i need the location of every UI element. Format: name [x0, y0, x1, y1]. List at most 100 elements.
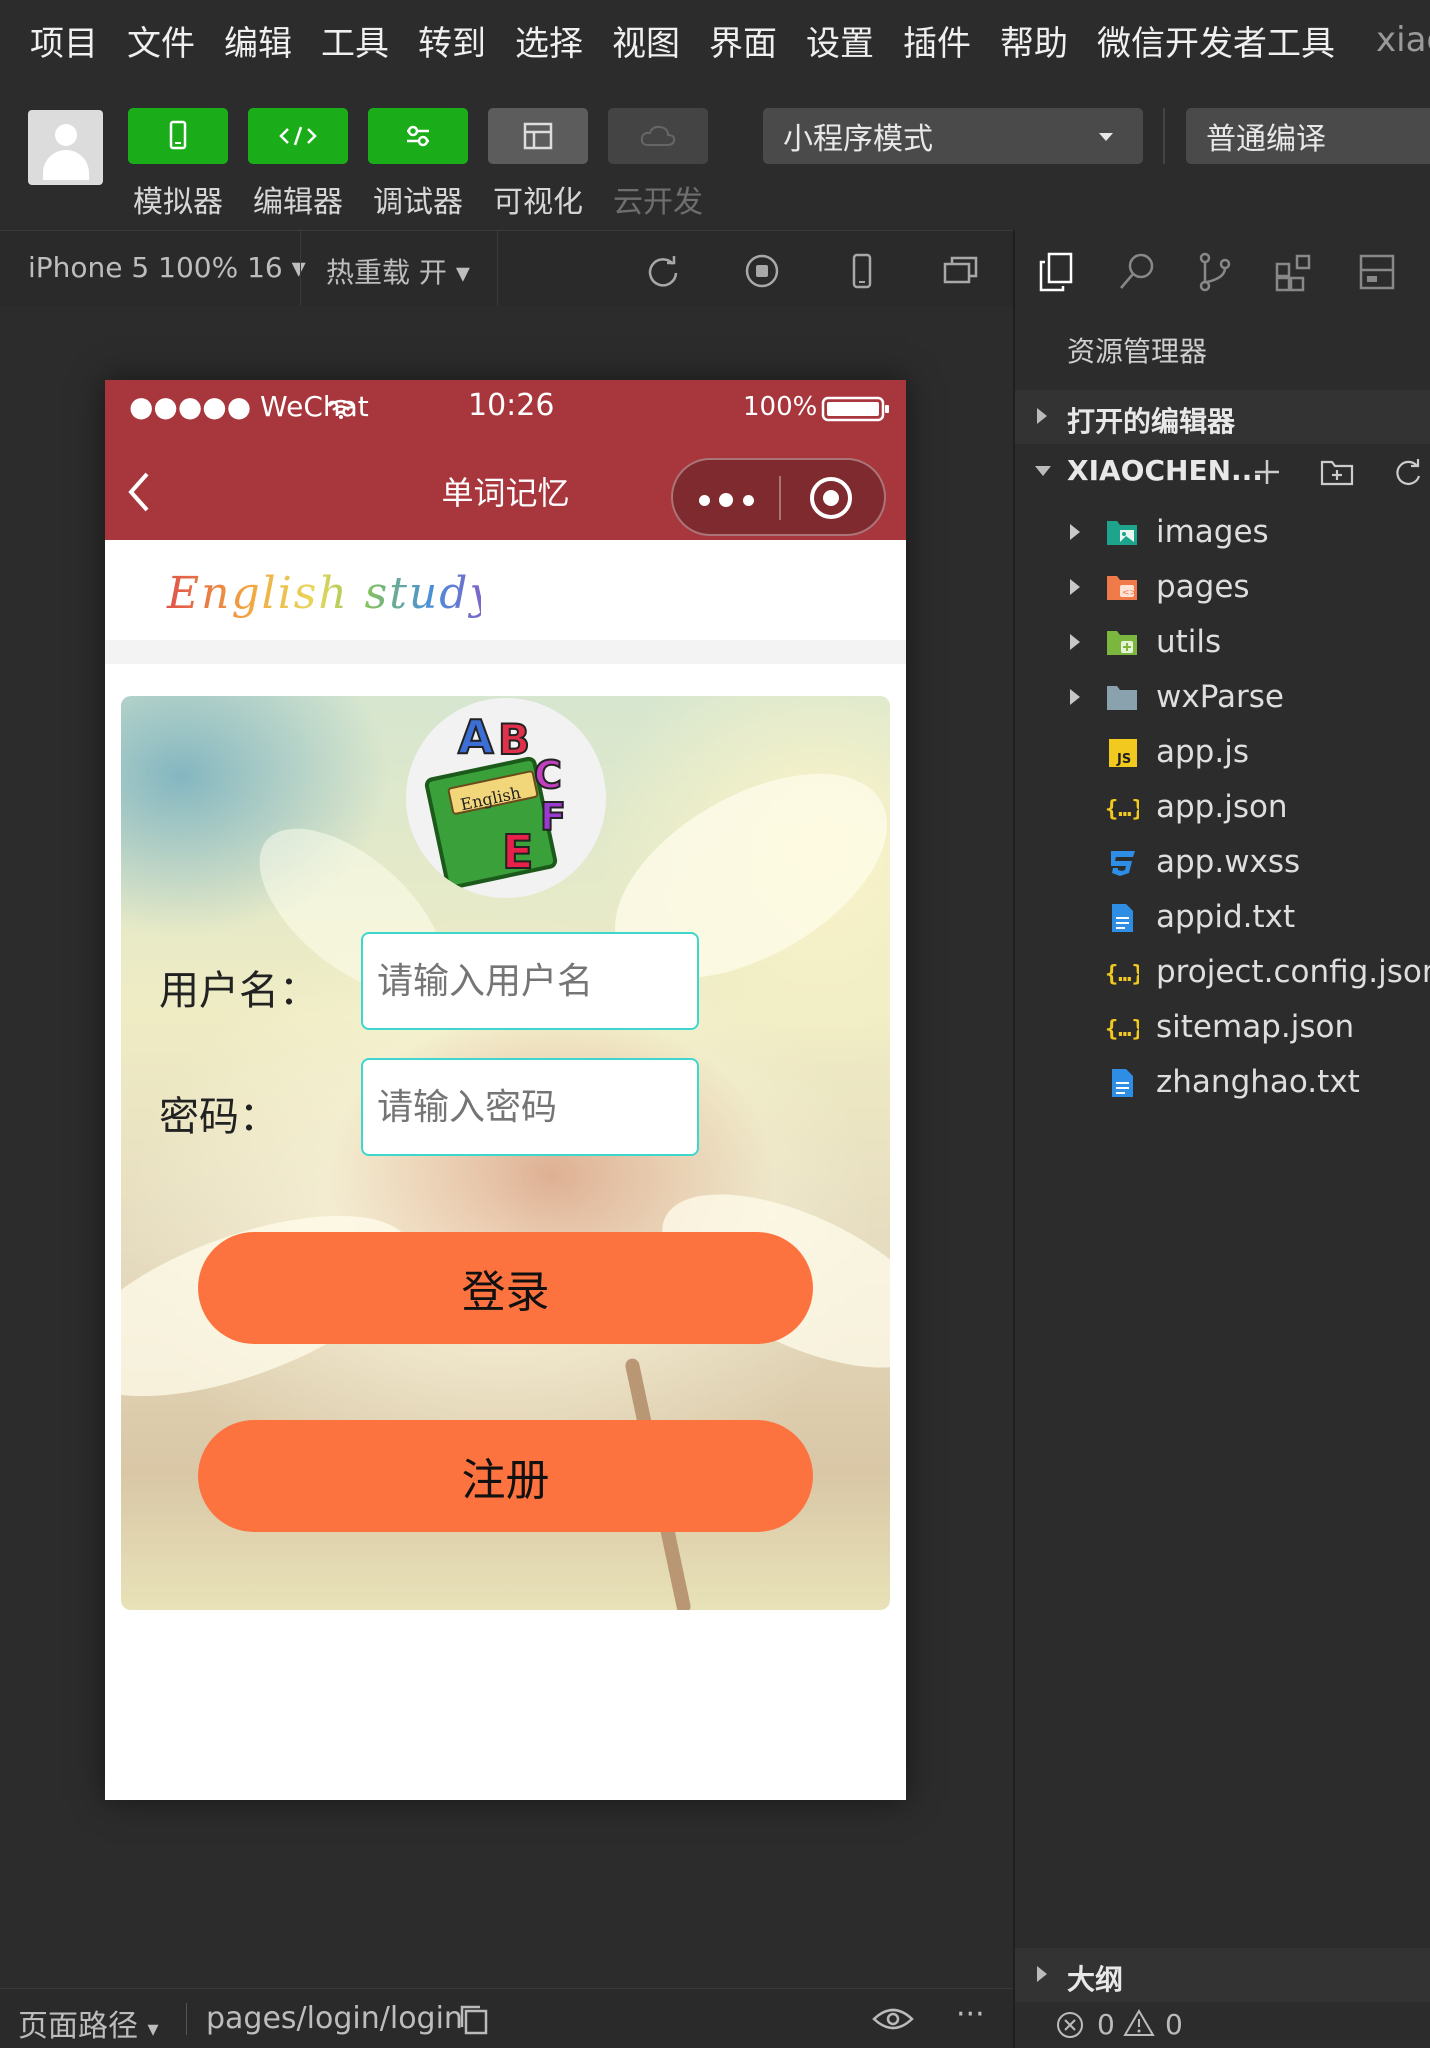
menu-item-edit[interactable]: 编辑 [224, 16, 292, 65]
search-icon[interactable] [1115, 250, 1159, 294]
menu-item-plugins[interactable]: 插件 [903, 16, 971, 65]
layout-icon [523, 122, 553, 150]
header-divider [497, 231, 498, 307]
outline-section[interactable]: 大纲 [1015, 1948, 1430, 2002]
chevron-down-icon [1035, 466, 1051, 476]
page-path-value: pages/login/login [206, 2001, 463, 2036]
menu-item-select[interactable]: 选择 [515, 16, 583, 65]
js-file-icon: JS [1109, 739, 1137, 767]
avatar[interactable] [28, 110, 103, 185]
menu-item-file[interactable]: 文件 [127, 16, 195, 65]
text-file-icon [1112, 904, 1133, 932]
status-footer: 页面路径 ▾ pages/login/login ··· [0, 1988, 1013, 2048]
menu-item-settings[interactable]: 设置 [806, 16, 874, 65]
new-file-icon[interactable] [1251, 456, 1283, 488]
hot-reload-value: 热重载 开 [326, 256, 447, 289]
caret-down-icon: ▾ [455, 256, 470, 289]
footer-divider [186, 2003, 187, 2035]
files-icon[interactable] [1035, 250, 1079, 294]
editor-button[interactable] [248, 108, 348, 164]
cloud-dev-button[interactable] [608, 108, 708, 164]
refresh-icon[interactable] [643, 251, 683, 291]
capsule-menu [671, 458, 886, 536]
eye-icon[interactable] [872, 2005, 914, 2033]
debugger-button[interactable] [368, 108, 468, 164]
compile-select[interactable]: 普通编译 [1186, 108, 1430, 164]
tree-item-wxparse[interactable]: wxParse [1015, 671, 1430, 726]
window-icon[interactable] [941, 251, 981, 291]
visualize-button[interactable] [488, 108, 588, 164]
status-time: 10:26 [468, 388, 555, 423]
debug-icon [407, 125, 429, 147]
tree-item-utils[interactable]: utils [1015, 616, 1430, 671]
tree-item-app-js[interactable]: JS app.js [1015, 726, 1430, 781]
tree-item-app-wxss[interactable]: app.wxss [1015, 836, 1430, 891]
mode-select[interactable]: 小程序模式 [763, 108, 1143, 164]
code-icon [279, 126, 317, 146]
tree-item-label: zhanghao.txt [1156, 1064, 1360, 1100]
menu-item-view[interactable]: 视图 [612, 16, 680, 65]
device-select[interactable]: iPhone 5 100% 16 ▾ [28, 251, 306, 284]
cloud-dev-label: 云开发 [613, 185, 703, 220]
error-count: 0 [1097, 2008, 1115, 2041]
nav-bar: 单词记忆 [105, 438, 906, 540]
menu-item-goto[interactable]: 转到 [418, 16, 486, 65]
json-file-icon: {…} [1105, 1017, 1139, 1042]
storage-icon[interactable] [1355, 250, 1399, 294]
compile-select-value: 普通编译 [1206, 122, 1326, 157]
toolbar: 模拟器 编辑器 调试器 可视化 云开发 小程序模式 普通编译 [0, 80, 1430, 230]
tree-item-app-json[interactable]: {…} app.json [1015, 781, 1430, 836]
svg-text:F: F [540, 795, 566, 839]
problems-bar[interactable]: 0 0 [1015, 2002, 1430, 2048]
status-bar: ●●●●● WeChat 10:26 100% [105, 380, 906, 438]
tree-item-pages[interactable]: <> pages [1015, 561, 1430, 616]
svg-text:<>: <> [1122, 588, 1137, 598]
tree-item-label: appid.txt [1156, 899, 1296, 935]
svg-text:B: B [498, 715, 530, 764]
project-folder-section[interactable]: XIAOCHEN... [1015, 444, 1430, 498]
register-button[interactable]: 注册 [198, 1420, 813, 1532]
login-button[interactable]: 登录 [198, 1232, 813, 1344]
stop-icon[interactable] [742, 251, 782, 291]
battery-icon [821, 396, 889, 422]
open-editors-section[interactable]: 打开的编辑器 [1015, 390, 1430, 444]
toolbar-divider [1163, 108, 1165, 164]
page-path-dropdown[interactable]: 页面路径 ▾ [18, 2001, 159, 2045]
tree-item-images[interactable]: images [1015, 506, 1430, 561]
tree-item-appid-txt[interactable]: appid.txt [1015, 891, 1430, 946]
chevron-right-icon [1037, 408, 1047, 424]
device-select-value: iPhone 5 100% 16 [28, 251, 283, 284]
tree-item-sitemap-json[interactable]: {…} sitemap.json [1015, 1001, 1430, 1056]
tree-item-label: project.config.json [1156, 954, 1430, 990]
menu-item-project[interactable]: 项目 [30, 16, 98, 65]
tree-item-project-config-json[interactable]: {…} project.config.json [1015, 946, 1430, 1001]
menu-item-help[interactable]: 帮助 [1000, 16, 1068, 65]
phone-icon [169, 120, 187, 150]
project-name: xiaocheng [1376, 20, 1430, 60]
username-label: 用户名： [159, 968, 319, 1014]
menu-item-tools[interactable]: 工具 [321, 16, 389, 65]
password-input[interactable] [361, 1058, 699, 1156]
chevron-right-icon [1070, 579, 1080, 595]
menu-item-interface[interactable]: 界面 [709, 16, 777, 65]
project-folder-label: XIAOCHEN... [1067, 454, 1263, 487]
svg-text:{…}: {…} [1105, 797, 1139, 822]
extensions-icon[interactable] [1273, 250, 1317, 294]
tree-item-zhanghao-txt[interactable]: zhanghao.txt [1015, 1056, 1430, 1111]
simulator-button[interactable] [128, 108, 228, 164]
username-input[interactable] [361, 932, 699, 1030]
avatar-body [43, 150, 89, 180]
more-icon[interactable] [691, 460, 775, 538]
source-control-icon[interactable] [1193, 250, 1237, 294]
cloud-icon [640, 125, 676, 146]
refresh-explorer-icon[interactable] [1391, 456, 1425, 488]
caret-down-icon: ▾ [147, 2017, 159, 2042]
new-folder-icon[interactable] [1319, 456, 1355, 488]
phone-preview-icon[interactable] [842, 251, 882, 291]
warning-icon [1123, 2009, 1155, 2036]
hot-reload-toggle[interactable]: 热重载 开 ▾ [326, 251, 470, 291]
menu-item-wechat-devtools[interactable]: 微信开发者工具 [1097, 16, 1335, 65]
more-options-icon[interactable]: ··· [956, 1997, 985, 2032]
copy-icon[interactable] [458, 2003, 490, 2037]
close-miniprogram-icon[interactable] [807, 474, 855, 522]
